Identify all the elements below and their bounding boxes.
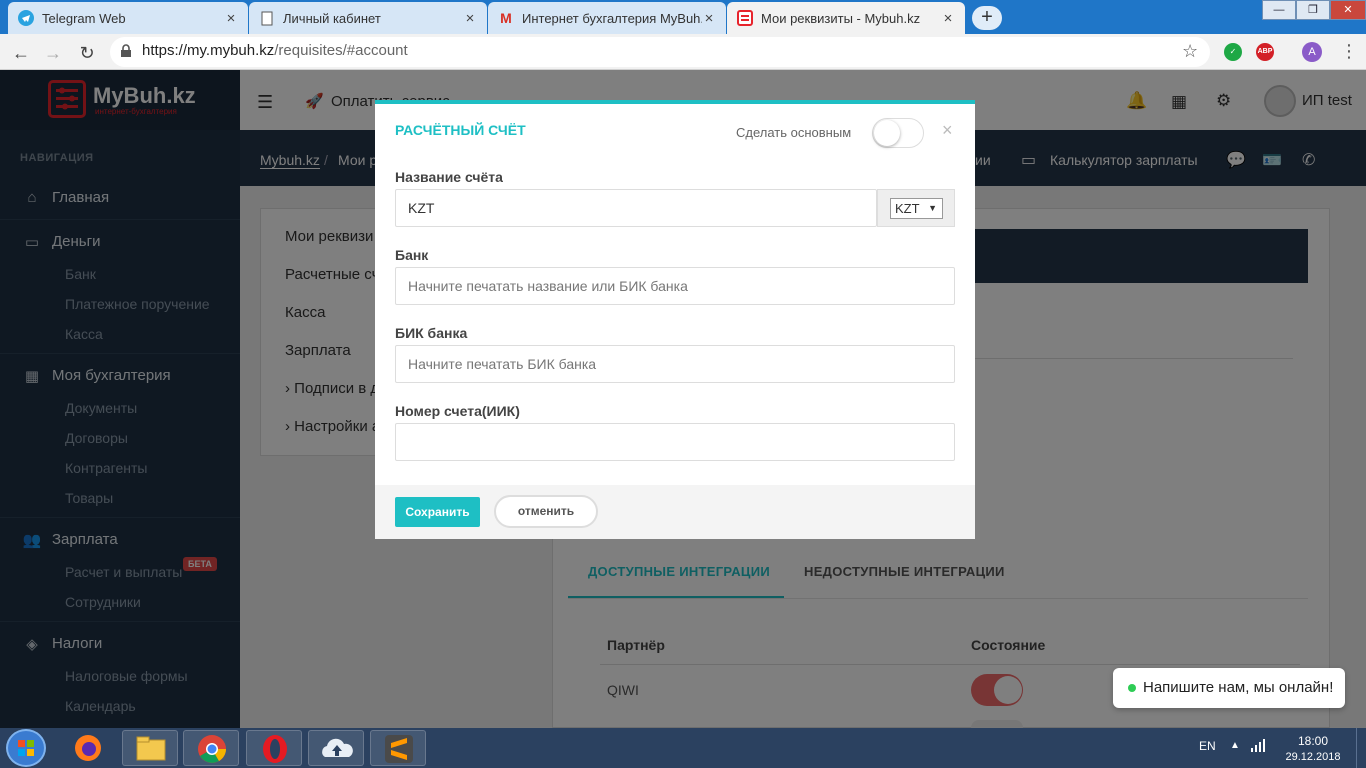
close-tab-icon[interactable]: × [224, 10, 238, 27]
bik-label: БИК банка [395, 325, 468, 341]
toggle-knob [874, 120, 900, 146]
tab-mybuh-gmail[interactable]: M Интернет бухгалтерия MyBuh.kz × [488, 2, 726, 34]
account-name-input[interactable]: KZT [395, 189, 877, 227]
close-icon[interactable]: × [942, 120, 953, 141]
tab-personal-cabinet[interactable]: Личный кабинет × [249, 2, 487, 34]
sublime-text-icon [385, 735, 413, 763]
minimize-button[interactable]: — [1262, 0, 1296, 20]
tray-arrow-icon[interactable]: ▲ [1230, 740, 1240, 751]
account-name-label: Название счёта [395, 169, 503, 185]
bank-label: Банк [395, 247, 429, 263]
clock-date[interactable]: 29.12.2018 [1283, 751, 1343, 763]
currency-select[interactable]: KZT ▼ [890, 198, 943, 219]
make-primary-toggle[interactable] [872, 118, 924, 148]
chat-widget[interactable]: Напишите нам, мы онлайн! [1113, 668, 1345, 708]
maximize-button[interactable]: ❐ [1296, 0, 1330, 20]
start-button-icon[interactable] [6, 729, 46, 767]
bank-input[interactable]: Начните печатать название или БИК банка [395, 267, 955, 305]
iik-input[interactable] [395, 423, 955, 461]
cancel-button[interactable]: отменить [494, 495, 598, 528]
back-icon[interactable]: ← [10, 42, 32, 64]
gmail-icon: M [500, 10, 512, 26]
make-primary-label: Сделать основным [736, 125, 852, 140]
opera-icon [263, 735, 287, 763]
online-status-icon [1128, 684, 1136, 692]
save-button[interactable]: Сохранить [395, 497, 480, 527]
firefox-icon[interactable] [72, 733, 104, 763]
lock-icon [120, 44, 132, 58]
close-tab-icon[interactable]: × [702, 10, 716, 27]
tab-title: Личный кабинет [283, 10, 381, 26]
adblock-icon[interactable]: ABP [1256, 43, 1274, 61]
mybuh-favicon-icon [737, 10, 753, 26]
taskbar-chrome[interactable] [183, 730, 239, 766]
iik-label: Номер счета(ИИК) [395, 403, 520, 419]
folder-icon [136, 736, 166, 761]
telegram-icon [18, 10, 34, 26]
close-tab-icon[interactable]: × [463, 10, 477, 27]
modal-title: РАСЧЁТНЫЙ СЧЁТ [395, 122, 526, 138]
page-icon [259, 10, 275, 26]
forward-icon[interactable]: → [42, 42, 64, 64]
tab-title: Telegram Web [42, 10, 126, 26]
menu-kebab-icon[interactable]: ⋮ [1340, 41, 1358, 62]
tab-my-requisites[interactable]: Мои реквизиты - Mybuh.kz × [727, 2, 965, 34]
modal-backdrop[interactable] [0, 70, 240, 728]
clock-time[interactable]: 18:00 [1296, 734, 1330, 748]
network-signal-icon[interactable] [1251, 738, 1267, 752]
url-text[interactable]: https://my.mybuh.kz/requisites/#account [142, 42, 408, 59]
chat-widget-text: Напишите нам, мы онлайн! [1143, 679, 1334, 696]
chevron-down-icon: ▼ [928, 203, 937, 213]
taskbar-explorer[interactable] [122, 730, 178, 766]
bookmark-star-icon[interactable]: ☆ [1182, 41, 1198, 62]
language-indicator[interactable]: EN [1199, 739, 1216, 753]
extension-check-icon[interactable]: ✓ [1224, 43, 1242, 61]
close-tab-icon[interactable]: × [941, 10, 955, 27]
tab-title: Интернет бухгалтерия MyBuh.kz [522, 10, 702, 26]
taskbar-opera[interactable] [246, 730, 302, 766]
bik-input[interactable]: Начните печатать БИК банка [395, 345, 955, 383]
browser-toolbar: ← → ↻ https://my.mybuh.kz/requisites/#ac… [0, 34, 1366, 70]
new-tab-button[interactable]: + [972, 6, 1002, 30]
chrome-icon [198, 735, 226, 763]
account-modal: РАСЧЁТНЫЙ СЧЁТ Сделать основным × Назван… [375, 100, 975, 539]
profile-avatar[interactable]: A [1302, 42, 1322, 62]
reload-icon[interactable]: ↻ [76, 42, 98, 64]
tab-telegram[interactable]: Telegram Web × [8, 2, 248, 34]
currency-select-wrapper: KZT ▼ [877, 189, 955, 227]
cloud-upload-icon [322, 738, 353, 757]
close-window-button[interactable]: ✕ [1330, 0, 1366, 20]
tab-title: Мои реквизиты - Mybuh.kz [761, 10, 921, 26]
taskbar-sublime[interactable] [370, 730, 426, 766]
taskbar-cloud-app[interactable] [308, 730, 364, 766]
show-desktop-button[interactable] [1356, 728, 1366, 768]
